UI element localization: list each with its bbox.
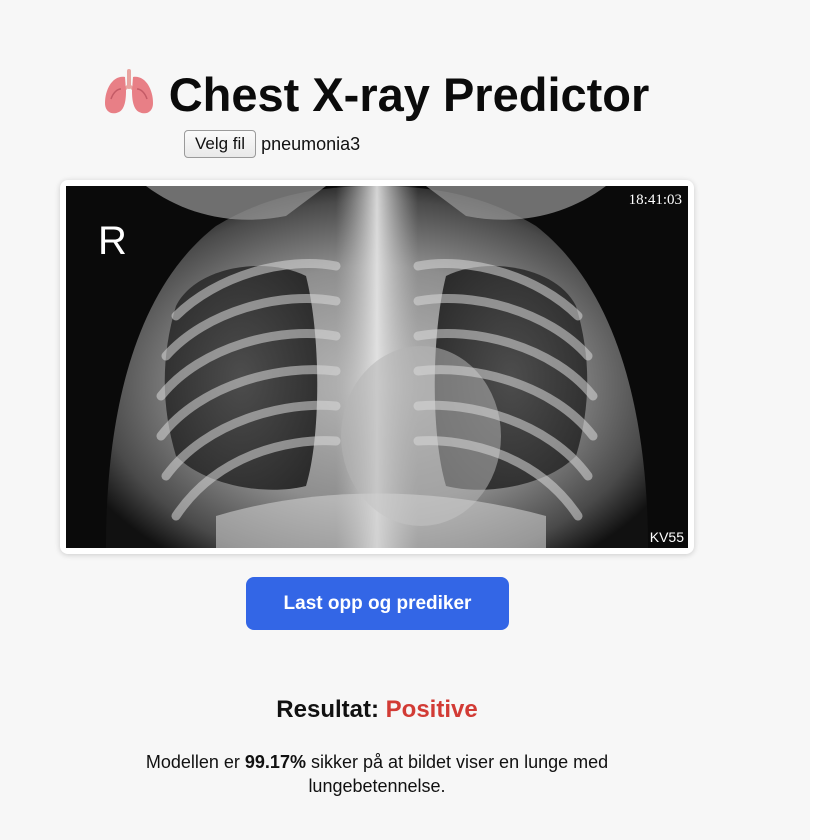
xray-corner-code: KV55 bbox=[650, 529, 684, 545]
description-suffix: sikker på at bildet viser en lunge med l… bbox=[308, 752, 609, 796]
result-description: Modellen er 99.17% sikker på at bildet v… bbox=[110, 750, 644, 798]
result-heading: Resultat: Positive bbox=[0, 696, 754, 724]
lungs-icon bbox=[103, 69, 155, 127]
choose-file-button[interactable]: Velg fil bbox=[184, 130, 257, 158]
confidence-value: 99.17% bbox=[244, 752, 306, 772]
page-title-text: Chest X-ray Predictor bbox=[168, 68, 650, 122]
description-prefix: Modellen er bbox=[145, 752, 240, 772]
selected-file-name: pneumonia3 bbox=[261, 133, 361, 154]
xray-timestamp: 18:41:03 bbox=[629, 192, 682, 208]
result-label: Resultat: bbox=[276, 696, 379, 723]
file-picker: Velg fil pneumonia3 bbox=[184, 129, 360, 159]
xray-image: R 18:41:03 KV55 bbox=[66, 186, 688, 548]
result-value: Positive bbox=[385, 696, 478, 723]
xray-preview: R 18:41:03 KV55 bbox=[60, 180, 694, 554]
xray-side-marker: R bbox=[98, 219, 127, 263]
page-edge bbox=[810, 0, 814, 840]
page-title: Chest X-ray Predictor bbox=[0, 67, 752, 127]
upload-predict-button[interactable]: Last opp og prediker bbox=[246, 577, 509, 630]
